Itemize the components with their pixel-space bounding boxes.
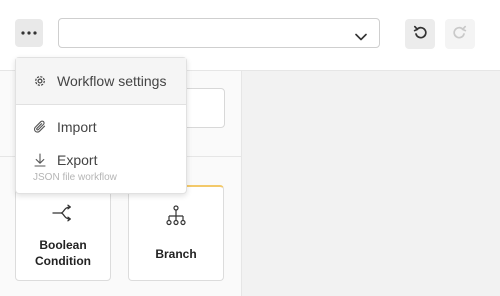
node-card-label: Boolean Condition bbox=[16, 237, 110, 269]
workflow-select[interactable] bbox=[58, 18, 380, 48]
menu-separator bbox=[16, 104, 186, 105]
menu-item-sublabel: JSON file workflow bbox=[33, 172, 117, 183]
download-icon bbox=[31, 151, 49, 169]
undo-button[interactable] bbox=[405, 19, 435, 49]
more-horizontal-icon bbox=[21, 31, 37, 35]
label-line-1: Boolean bbox=[39, 238, 87, 252]
label-line-2: Condition bbox=[35, 254, 91, 268]
redo-button[interactable] bbox=[445, 19, 475, 49]
node-card-branch[interactable]: Branch bbox=[128, 185, 224, 281]
workflow-canvas[interactable] bbox=[242, 71, 500, 296]
menu-item-label: Workflow settings bbox=[57, 73, 167, 89]
undo-icon bbox=[413, 25, 427, 44]
menu-item-import[interactable]: Import bbox=[16, 115, 186, 139]
menu-item-label: Export bbox=[57, 152, 98, 168]
chevron-down-icon bbox=[355, 28, 367, 46]
node-card-label: Branch bbox=[155, 247, 197, 261]
menu-item-label: Import bbox=[57, 119, 97, 135]
menu-item-export[interactable]: Export bbox=[16, 149, 186, 171]
node-card-boolean-condition[interactable]: Boolean Condition bbox=[15, 185, 111, 281]
more-options-menu: Workflow settings Import Export JSON fil… bbox=[15, 57, 187, 194]
menu-item-workflow-settings[interactable]: Workflow settings bbox=[16, 58, 186, 104]
gear-icon bbox=[31, 72, 49, 90]
redo-icon bbox=[453, 25, 467, 44]
boolean-condition-icon bbox=[52, 204, 74, 227]
paperclip-icon bbox=[31, 118, 49, 136]
branch-icon bbox=[165, 205, 187, 232]
more-options-button[interactable] bbox=[15, 19, 43, 47]
